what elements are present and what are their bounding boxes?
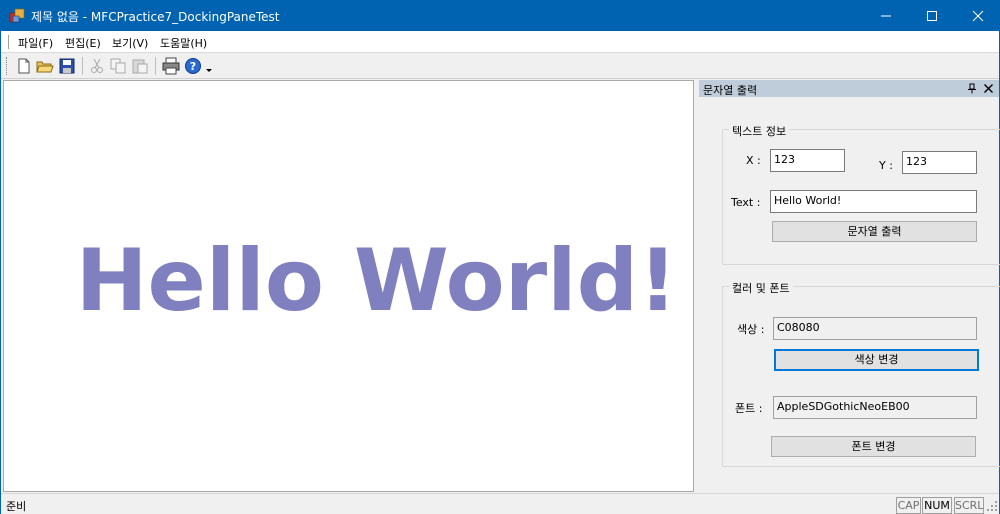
menu-file[interactable]: 파일(F) [18, 35, 53, 51]
cut-icon[interactable] [88, 57, 106, 75]
resize-grip-icon[interactable] [987, 501, 998, 512]
hello-text: Hello World! [75, 231, 678, 331]
text-label: Text : [731, 196, 761, 209]
copy-icon[interactable] [109, 57, 127, 75]
pin-icon[interactable] [967, 83, 977, 94]
maximize-icon [927, 11, 937, 21]
toolbar-separator [155, 57, 156, 75]
close-icon[interactable] [983, 83, 994, 94]
toolbar-overflow-icon[interactable] [204, 57, 214, 75]
print-string-button[interactable]: 문자열 출력 [772, 221, 977, 242]
font-value-field[interactable]: AppleSDGothicNeoEB00 [773, 396, 977, 419]
minimize-icon [881, 15, 891, 17]
svg-text:?: ? [190, 60, 196, 73]
text-input[interactable]: Hello World! [770, 190, 977, 213]
pane-caption[interactable]: 문자열 출력 [699, 80, 999, 97]
pane-title: 문자열 출력 [703, 84, 758, 97]
main-window: 제목 없음 - MFCPractice7_DockingPaneTest 파일(… [0, 0, 1000, 514]
menu-bar: 파일(F) 편집(E) 보기(V) 도움말(H) [1, 31, 999, 53]
title-bar[interactable]: 제목 없음 - MFCPractice7_DockingPaneTest [1, 0, 1000, 31]
minimize-button[interactable] [863, 0, 909, 31]
save-icon[interactable] [58, 57, 76, 75]
group-title: 컬러 및 폰트 [729, 280, 793, 296]
change-color-button[interactable]: 색상 변경 [774, 349, 979, 371]
menu-view[interactable]: 보기(V) [112, 35, 148, 51]
close-icon [972, 10, 984, 22]
status-bar: 준비 CAP NUM SCRL [1, 493, 999, 514]
font-label: 폰트 : [735, 402, 763, 415]
docking-pane: 문자열 출력 텍스트 정보 X : 123 Y : 123 Text : Hel… [699, 80, 1000, 492]
menu-edit[interactable]: 편집(E) [65, 35, 101, 51]
y-label: Y : [879, 159, 893, 172]
maximize-button[interactable] [909, 0, 955, 31]
toolbar-separator [82, 57, 83, 75]
new-icon[interactable] [15, 57, 33, 75]
color-value-field[interactable]: C08080 [773, 317, 977, 340]
group-title: 텍스트 정보 [729, 123, 790, 139]
open-icon[interactable] [36, 57, 54, 75]
paste-icon[interactable] [131, 57, 149, 75]
app-icon[interactable] [9, 7, 26, 24]
color-label: 색상 : [737, 323, 765, 336]
x-label: X : [746, 154, 761, 167]
help-icon[interactable]: ? [184, 57, 202, 75]
change-font-button[interactable]: 폰트 변경 [771, 436, 976, 457]
status-text: 준비 [6, 500, 27, 513]
document-view[interactable]: Hello World! [3, 80, 694, 492]
toolbar: ? [1, 53, 999, 79]
scrl-indicator: SCRL [954, 497, 984, 514]
window-title: 제목 없음 - MFCPractice7_DockingPaneTest [31, 10, 280, 24]
close-button[interactable] [955, 0, 1000, 31]
toolbar-grip[interactable] [6, 57, 8, 75]
print-icon[interactable] [162, 57, 180, 75]
y-input[interactable]: 123 [902, 151, 977, 174]
x-input[interactable]: 123 [770, 149, 845, 172]
menu-help[interactable]: 도움말(H) [160, 35, 207, 51]
menu-grip[interactable] [8, 35, 10, 49]
cap-indicator: CAP [896, 497, 921, 514]
num-indicator: NUM [922, 497, 952, 514]
